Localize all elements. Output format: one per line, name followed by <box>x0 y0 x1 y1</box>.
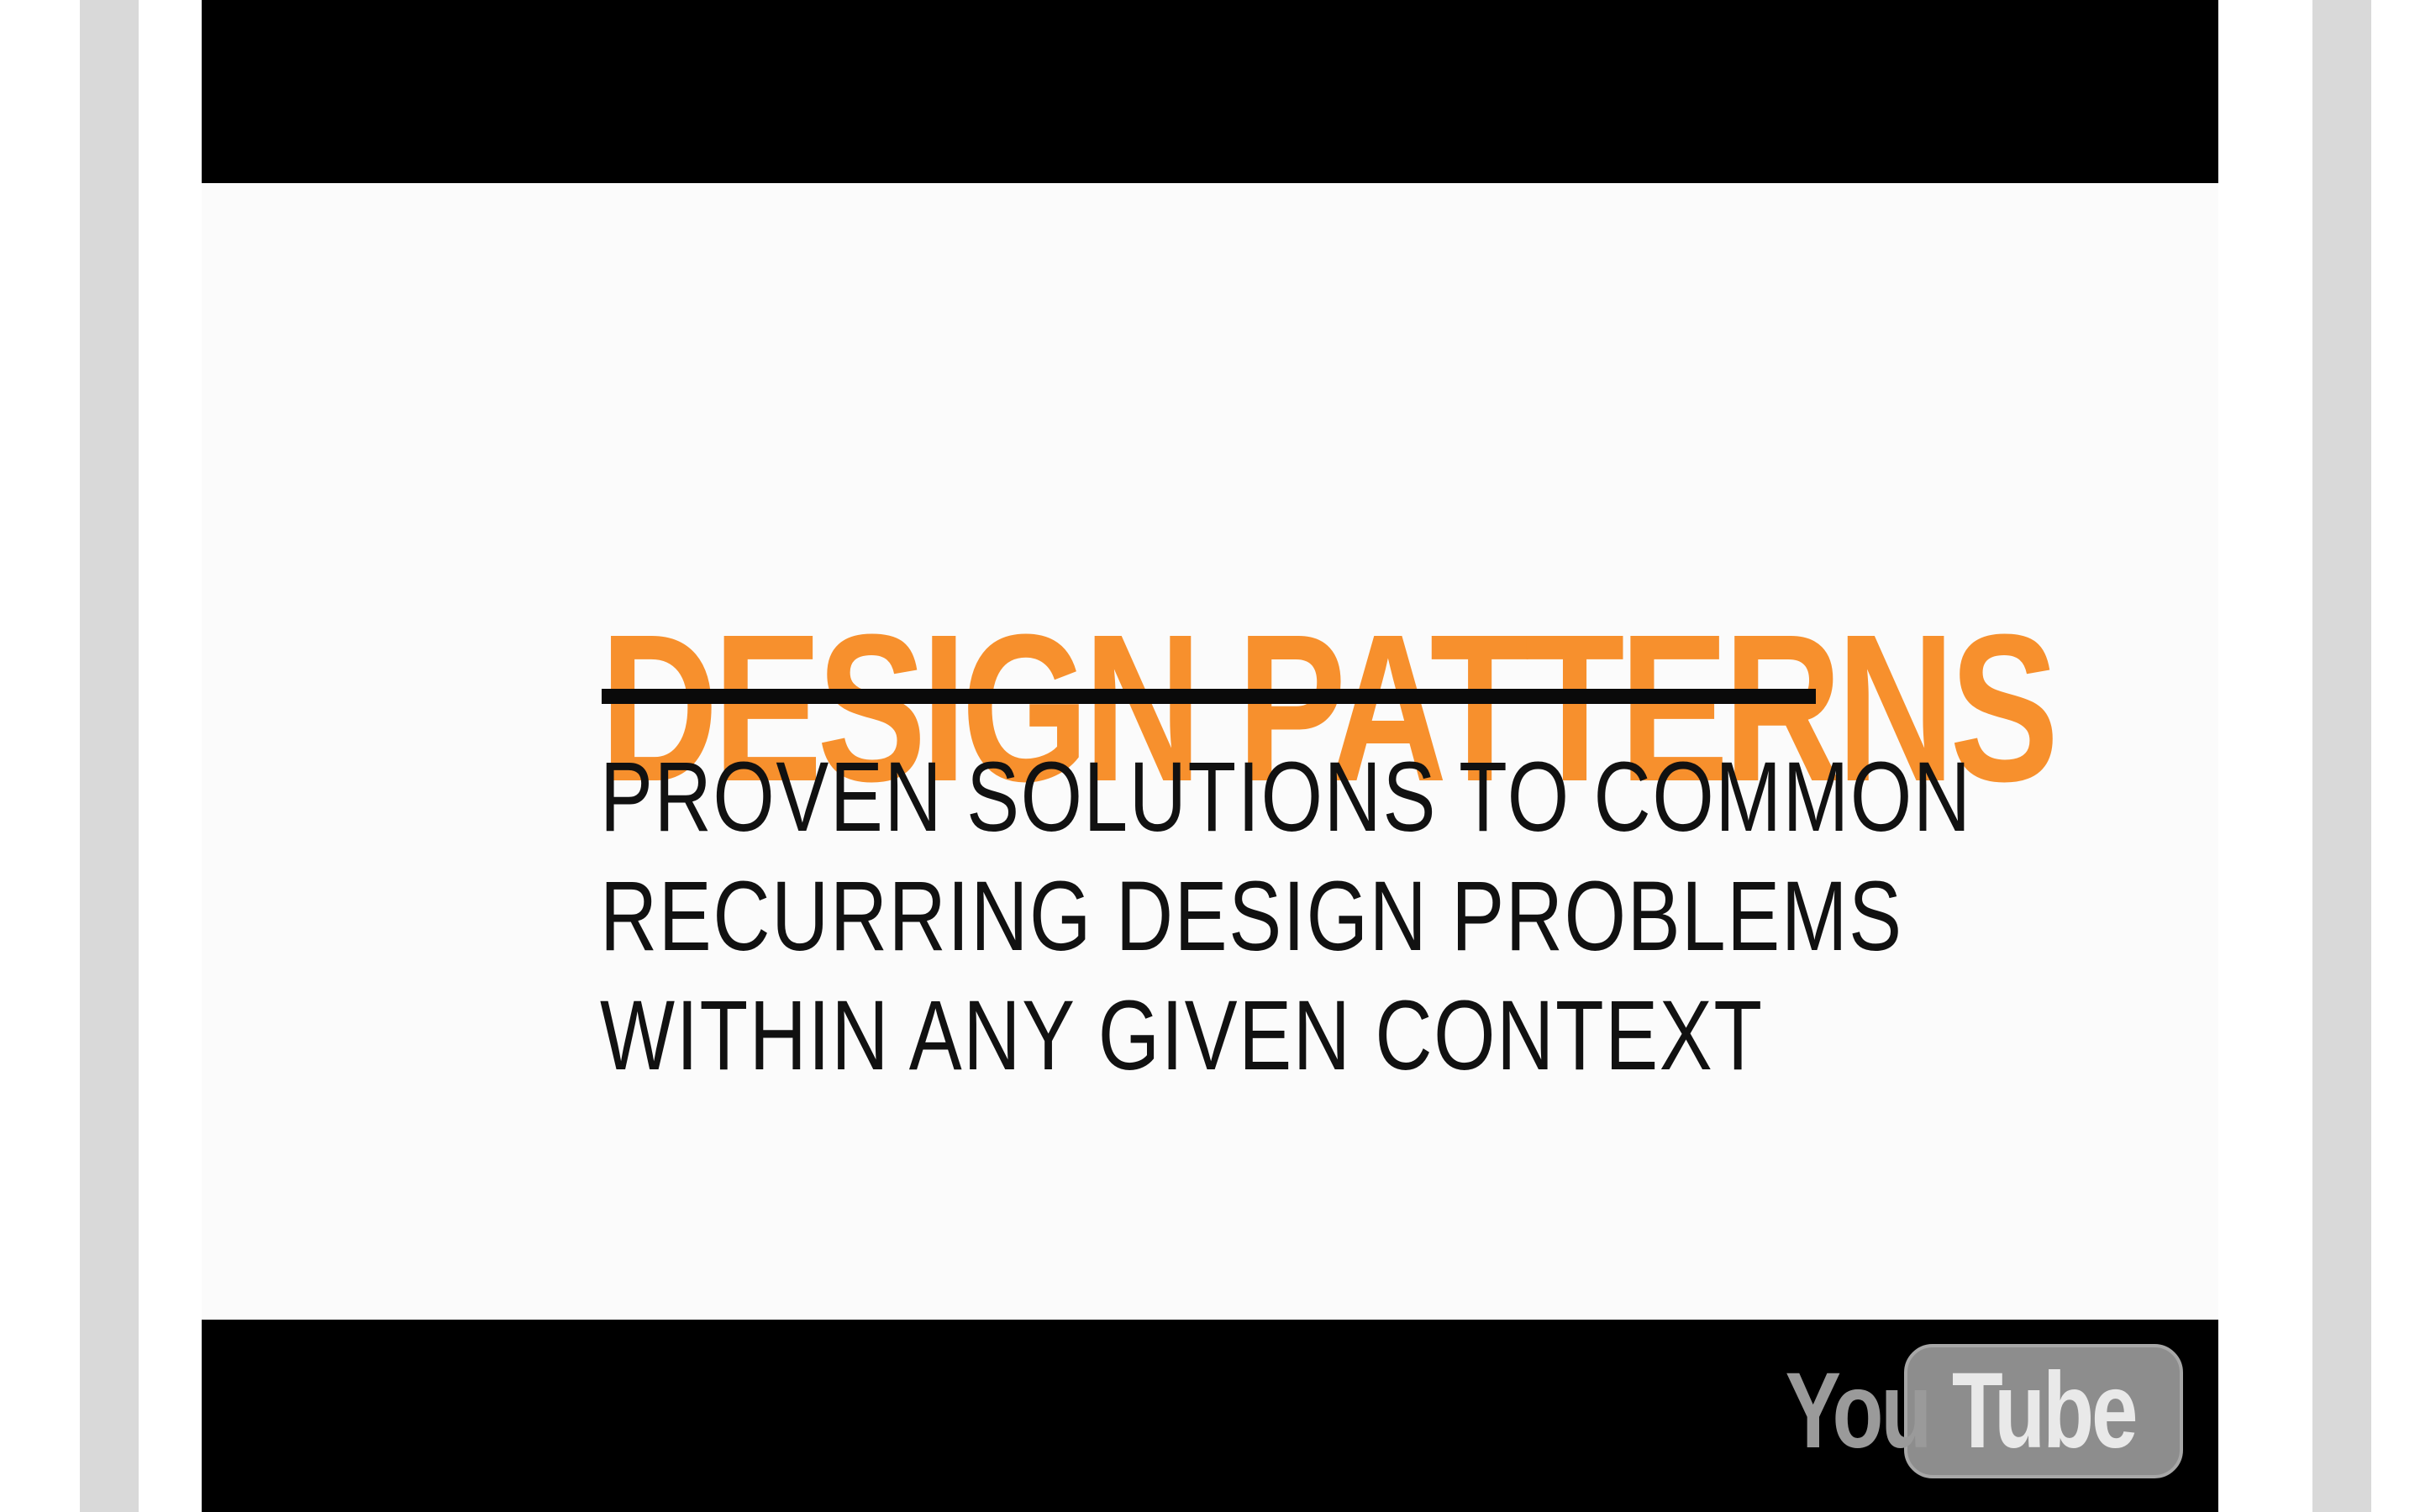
slide-line-1: PROVEN SOLUTIONS TO COMMON <box>600 742 1972 853</box>
youtube-logo-watermark[interactable]: You Tube <box>1744 1344 2183 1478</box>
slide-line-3: WITHIN ANY GIVEN CONTEXT <box>600 980 1764 1091</box>
youtube-logo-you: You <box>1784 1351 1932 1471</box>
slide-subtitle: PROVEN SOLUTIONS TO COMMON RECURRING DES… <box>600 738 1972 1095</box>
youtube-logo-tube: Tube <box>1951 1351 2139 1471</box>
page: DESIGN PATTERNS PROVEN SOLUTIONS TO COMM… <box>0 0 2420 1512</box>
youtube-logo-tube-box: Tube <box>1903 1344 2183 1478</box>
right-side-bar <box>2312 0 2371 1512</box>
video-player[interactable]: DESIGN PATTERNS PROVEN SOLUTIONS TO COMM… <box>202 0 2218 1512</box>
slide-line-2: RECURRING DESIGN PROBLEMS <box>600 861 1903 972</box>
video-frame[interactable]: DESIGN PATTERNS PROVEN SOLUTIONS TO COMM… <box>202 183 2218 1320</box>
left-side-bar <box>80 0 139 1512</box>
slide-divider <box>602 689 1816 704</box>
